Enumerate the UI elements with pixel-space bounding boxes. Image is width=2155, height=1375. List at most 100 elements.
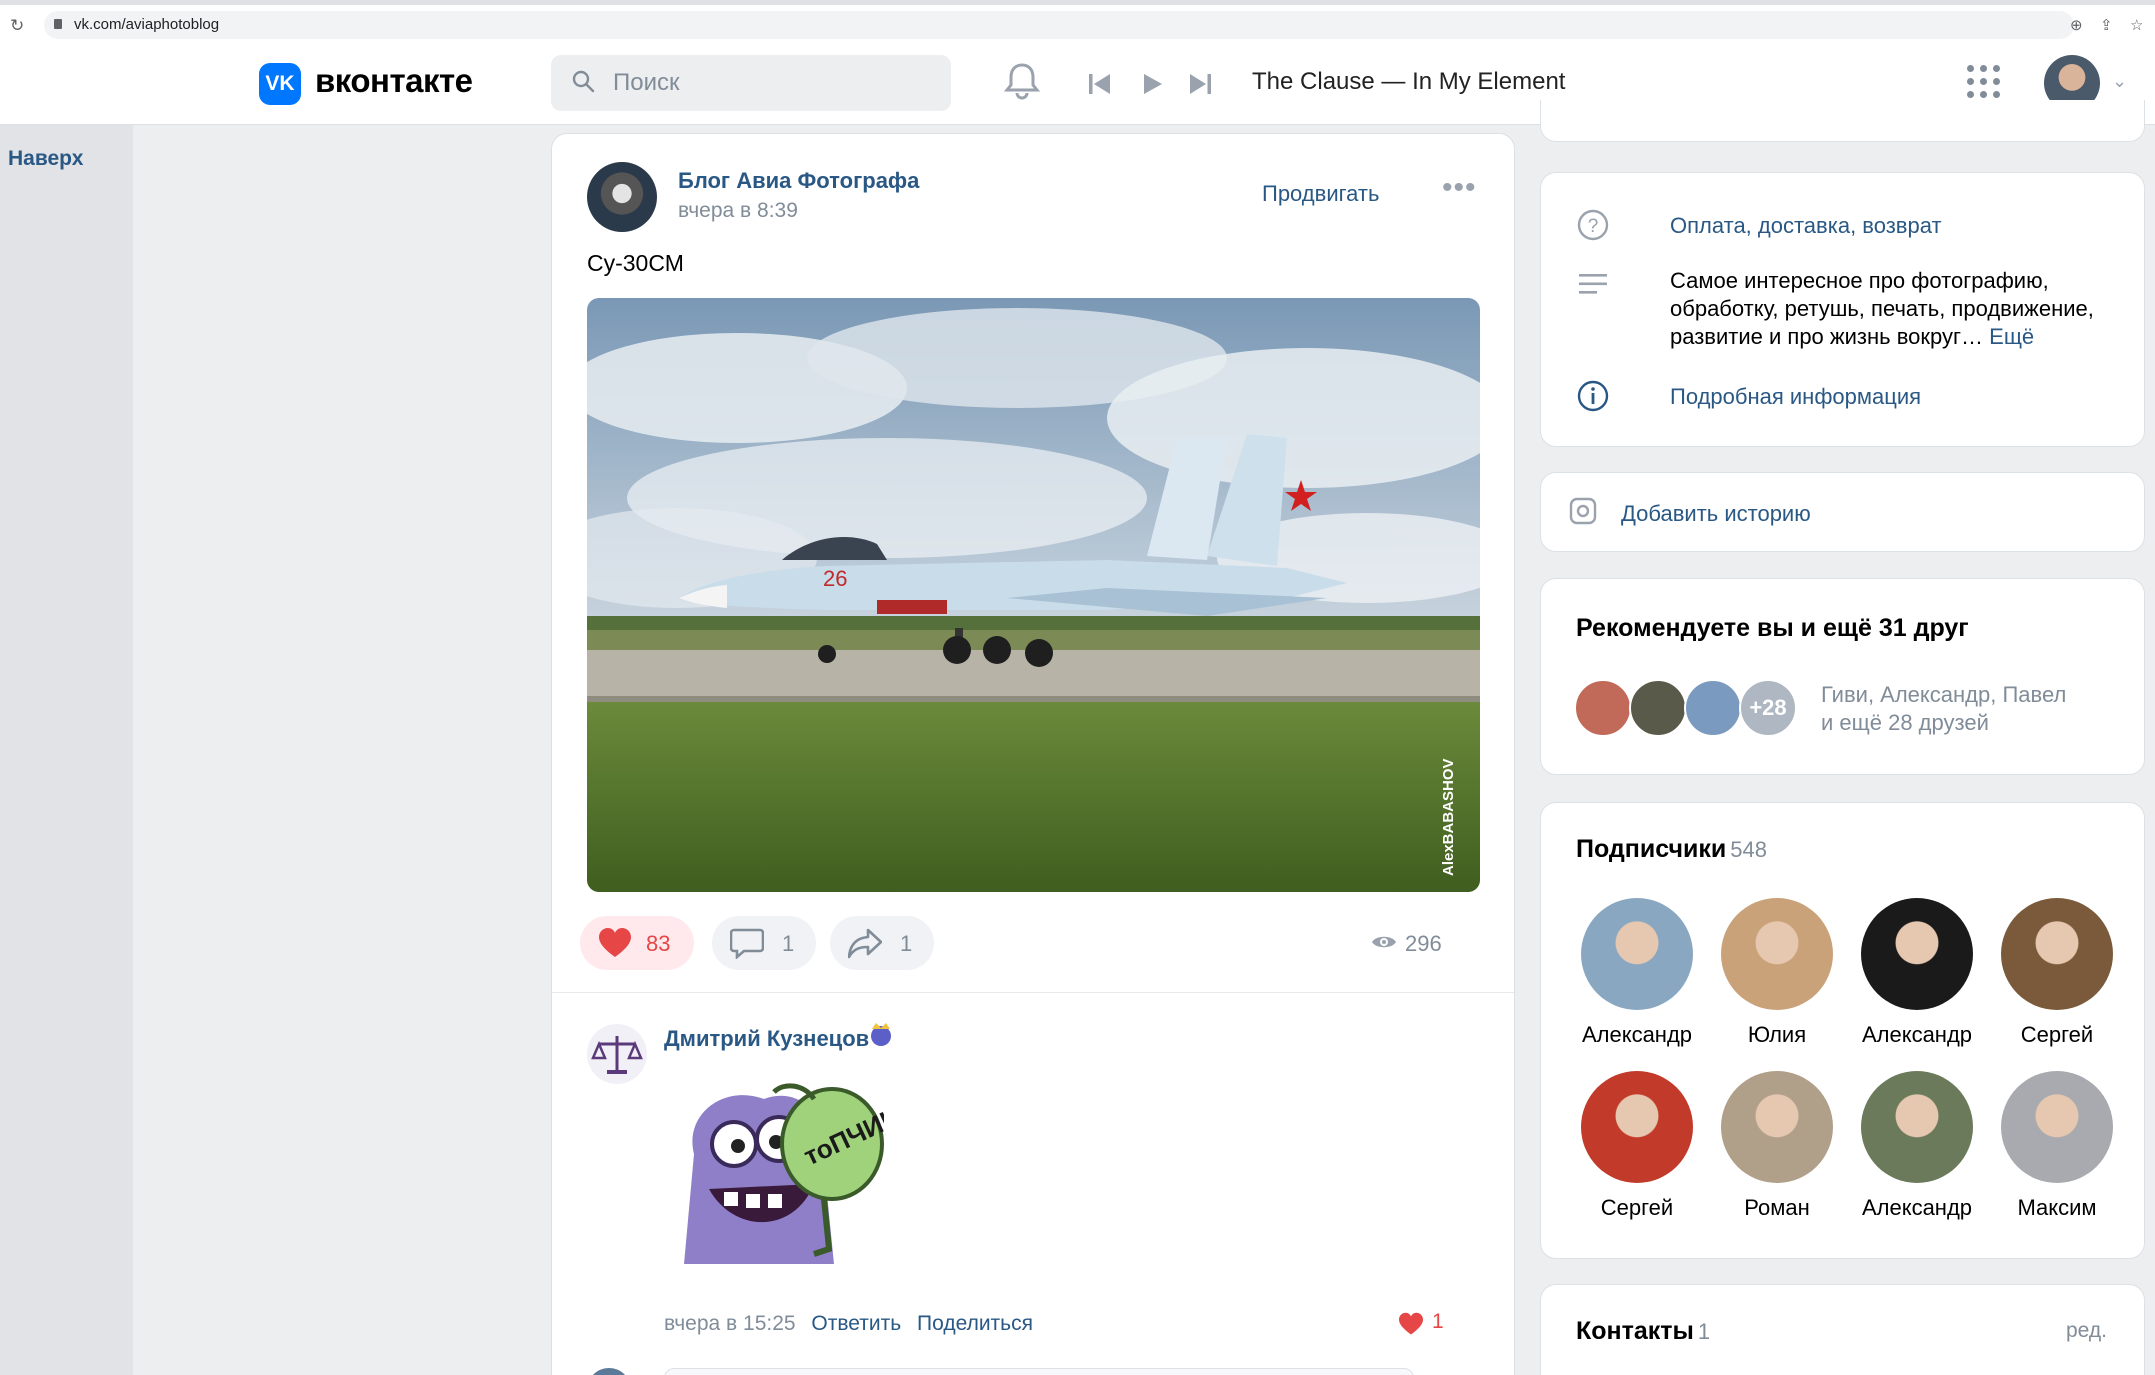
subscriber-avatar: [1861, 1071, 1973, 1183]
contacts-title[interactable]: Контакты 1: [1576, 1317, 1710, 1346]
search-input[interactable]: [613, 65, 933, 101]
lock-icon: [54, 19, 62, 29]
post-author-avatar[interactable]: [587, 162, 657, 232]
author-badge-icon: [871, 1023, 891, 1046]
community-description: Самое интересное про фотографию, обработ…: [1670, 268, 2094, 349]
comment-timestamp[interactable]: вчера в 15:25: [664, 1312, 796, 1335]
description-lines-icon: [1579, 274, 1607, 294]
subscriber-item[interactable]: Александр: [1847, 1071, 1987, 1221]
search-box[interactable]: [551, 55, 951, 111]
contacts-count: 1: [1697, 1319, 1711, 1344]
question-circle-icon: ?: [1577, 209, 1609, 241]
subscriber-avatar: [2001, 898, 2113, 1010]
comment-count: 1: [782, 931, 795, 956]
subscriber-avatar: [1721, 898, 1833, 1010]
subscribers-title[interactable]: Подписчики 548: [1576, 835, 1767, 864]
eye-icon: [1372, 936, 1396, 948]
share-page-icon[interactable]: ⇪: [2100, 16, 2113, 34]
vk-logo-text[interactable]: вконтакте: [315, 62, 473, 100]
zoom-icon[interactable]: ⊕: [2070, 16, 2083, 34]
notifications-bell-icon[interactable]: [1004, 61, 1040, 101]
subscriber-item[interactable]: Юлия: [1707, 898, 1847, 1048]
subscriber-item[interactable]: Сергей: [1567, 1071, 1707, 1221]
subscriber-avatar: [1721, 1071, 1833, 1183]
subscriber-avatar: [1581, 898, 1693, 1010]
subscribers-count: 548: [1730, 837, 1767, 862]
comment-icon: [730, 928, 764, 959]
like-button[interactable]: 83: [580, 916, 694, 970]
svg-text:26: 26: [823, 566, 847, 591]
browser-toolbar: ↻ vk.com/aviaphotoblog ⊕ ⇪ ☆: [0, 0, 2155, 41]
promote-button[interactable]: Продвигать: [1262, 181, 1379, 207]
add-story-label[interactable]: Добавить историю: [1621, 501, 1811, 527]
reply-link[interactable]: Ответить: [811, 1312, 901, 1335]
share-arrow-icon: [848, 928, 882, 959]
share-button[interactable]: 1: [830, 916, 934, 970]
subscriber-item[interactable]: Роман: [1707, 1071, 1847, 1221]
show-more-link[interactable]: Ещё: [1989, 324, 2034, 349]
search-icon: [572, 70, 595, 93]
subscriber-avatar: [2001, 1071, 2113, 1183]
comment-author-name[interactable]: Дмитрий Кузнецов: [664, 1026, 869, 1052]
reply-user-avatar: [587, 1368, 631, 1375]
add-story-card[interactable]: Добавить историю: [1540, 472, 2145, 552]
jet-photo-image: 26 AlexBABASHOV: [587, 298, 1480, 892]
post-text: Су-30СМ: [587, 250, 684, 276]
comment-meta: вчера в 15:25 Ответить Поделиться: [664, 1312, 1043, 1336]
more-options-icon[interactable]: •••: [1442, 171, 1477, 205]
svg-text:?: ?: [1588, 216, 1599, 237]
share-count: 1: [900, 931, 913, 956]
recommend-title: Рекомендуете вы и ещё 31 друг: [1576, 614, 1969, 642]
heart-icon: [599, 928, 631, 957]
share-comment-link[interactable]: Поделиться: [917, 1312, 1033, 1335]
view-count: 296: [1372, 931, 1442, 957]
comment-button[interactable]: 1: [712, 916, 816, 970]
edit-contacts-link[interactable]: ред.: [2066, 1319, 2107, 1343]
chevron-down-icon[interactable]: ⌄: [2112, 71, 2127, 92]
subscriber-item[interactable]: Александр: [1567, 898, 1707, 1048]
friend-avatar[interactable]: [1684, 679, 1742, 737]
scroll-to-top-link[interactable]: Наверх: [8, 147, 83, 171]
apps-grid-icon[interactable]: [1967, 65, 2001, 99]
subscriber-item[interactable]: Максим: [1987, 1071, 2127, 1221]
like-count: 83: [646, 931, 671, 956]
now-playing-title[interactable]: The Clause — In My Element: [1252, 68, 1565, 96]
post-photo[interactable]: 26 AlexBABASHOV: [587, 298, 1480, 892]
previous-card: [1540, 100, 2145, 142]
subscriber-item[interactable]: Александр: [1847, 898, 1987, 1048]
heart-icon: [1399, 1312, 1423, 1335]
post-timestamp[interactable]: вчера в 8:39: [678, 199, 798, 223]
monster-sticker-image: тоПЧИК: [684, 1083, 902, 1264]
previous-track-icon[interactable]: [1088, 73, 1112, 95]
community-info-card: ? Оплата, доставка, возврат Самое интере…: [1540, 172, 2145, 447]
post-author-name[interactable]: Блог Авиа Фотографа: [678, 168, 919, 194]
info-circle-icon: [1577, 380, 1609, 412]
vk-logo-icon[interactable]: VK: [259, 63, 301, 105]
more-friends-badge[interactable]: +28: [1739, 679, 1797, 737]
reload-icon[interactable]: ↻: [10, 16, 24, 36]
friend-avatar[interactable]: [1629, 679, 1687, 737]
scales-icon: [591, 1036, 643, 1074]
wall-post: Блог Авиа Фотографа вчера в 8:39 Продвиг…: [551, 133, 1515, 1375]
friends-recommend-card: Рекомендуете вы и ещё 31 друг +28 Гиви, …: [1540, 578, 2145, 775]
details-link[interactable]: Подробная информация: [1670, 384, 1921, 410]
reply-input[interactable]: [664, 1368, 1414, 1375]
play-icon[interactable]: [1142, 73, 1164, 95]
payment-link[interactable]: Оплата, доставка, возврат: [1670, 213, 1942, 239]
camera-story-icon: [1569, 497, 1597, 525]
bookmark-star-icon[interactable]: ☆: [2130, 16, 2143, 34]
comment-author-avatar[interactable]: [587, 1024, 647, 1084]
photo-watermark: AlexBABASHOV: [1440, 758, 1457, 876]
comment-like-button[interactable]: 1: [1399, 1310, 1444, 1335]
subscriber-avatar: [1861, 898, 1973, 1010]
subscriber-item[interactable]: Сергей: [1987, 898, 2127, 1048]
recommend-friend-names[interactable]: Гиви, Александр, Павел и ещё 28 друзей: [1821, 681, 2121, 737]
friend-avatar[interactable]: [1574, 679, 1632, 737]
subscriber-avatar: [1581, 1071, 1693, 1183]
contacts-card: Контакты 1 ред.: [1540, 1284, 2145, 1375]
address-bar[interactable]: [44, 11, 2074, 39]
address-url[interactable]: vk.com/aviaphotoblog: [74, 16, 219, 33]
scroll-up-column[interactable]: Наверх: [0, 125, 133, 1375]
comment-sticker[interactable]: тоПЧИК: [664, 1074, 902, 1284]
next-track-icon[interactable]: [1188, 73, 1212, 95]
